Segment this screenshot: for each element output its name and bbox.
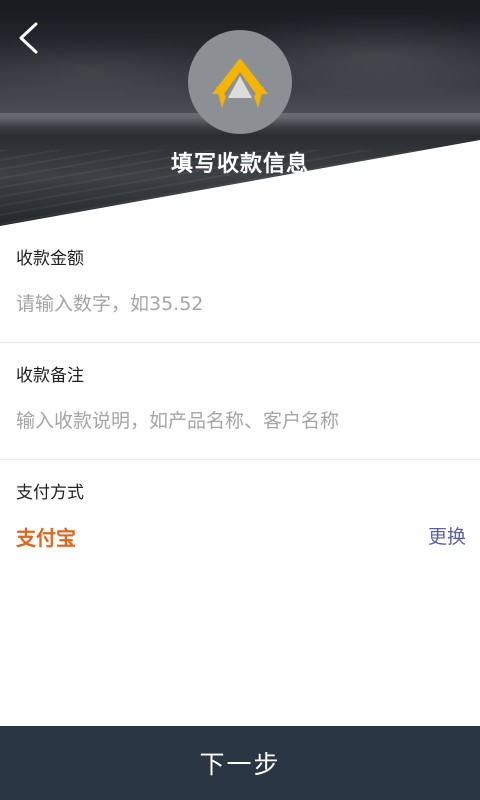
page-title: 填写收款信息 <box>170 152 309 177</box>
note-label: 收款备注 <box>16 366 84 386</box>
header-banner: 填写收款信息 <box>0 0 480 226</box>
note-input[interactable] <box>16 403 456 439</box>
app-logo <box>188 30 292 134</box>
amount-input[interactable] <box>16 286 456 322</box>
amount-label: 收款金额 <box>16 249 84 269</box>
note-section: 收款备注 <box>0 343 480 460</box>
back-button[interactable] <box>8 18 48 58</box>
change-payment-link[interactable]: 更换 <box>428 522 466 549</box>
amount-section: 收款金额 <box>0 226 480 343</box>
payment-method-value: 支付宝 <box>16 526 76 550</box>
payment-label: 支付方式 <box>16 483 84 503</box>
payment-section: 支付方式 支付宝 更换 <box>0 460 480 576</box>
chevron-left-icon <box>19 22 38 54</box>
crown-arrow-logo-icon <box>212 58 268 108</box>
next-step-button[interactable]: 下一步 <box>0 726 480 800</box>
